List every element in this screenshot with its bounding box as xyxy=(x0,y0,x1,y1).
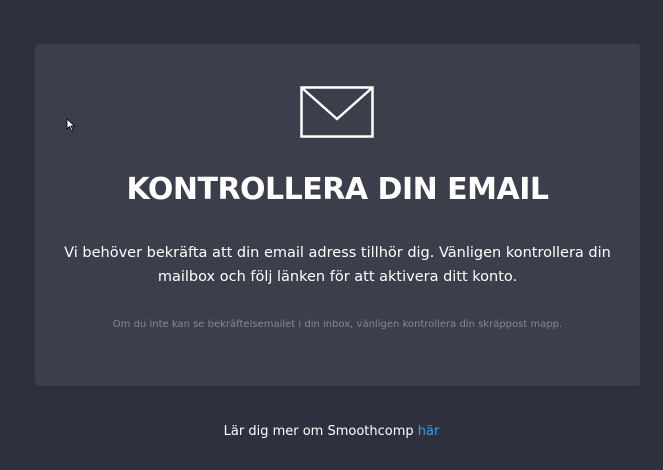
mouse-cursor-icon xyxy=(66,118,76,132)
verification-card: KONTROLLERA DIN EMAIL Vi behöver bekräft… xyxy=(35,44,640,386)
envelope-icon xyxy=(300,86,374,138)
spam-folder-note: Om du inte kan se bekräftelsemailet i di… xyxy=(112,319,563,330)
footer-label: Lär dig mer om Smoothcomp xyxy=(223,424,418,439)
learn-more-link[interactable]: här xyxy=(418,424,440,439)
footer-text: Lär dig mer om Smoothcomp här xyxy=(0,424,663,439)
verification-description: Vi behöver bekräfta att din email adress… xyxy=(64,245,611,285)
page-title: KONTROLLERA DIN EMAIL xyxy=(126,172,549,207)
